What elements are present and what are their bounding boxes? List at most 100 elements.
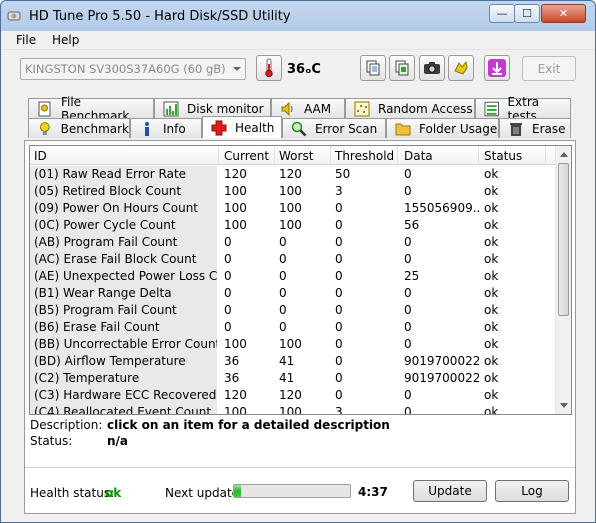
- folder-icon: [395, 123, 411, 135]
- data-cell: 0: [404, 252, 412, 266]
- tab-file-benchmark[interactable]: File Benchmark: [28, 95, 154, 123]
- smart-table[interactable]: ID Current Worst Threshold Data Status (…: [29, 145, 572, 415]
- copy-green-icon: [395, 60, 409, 76]
- table-row[interactable]: (09) Power On Hours Count 100 100 0 15505690…: [30, 200, 556, 217]
- copy-icon: [366, 60, 380, 76]
- table-row[interactable]: (B6) Erase Fail Count 0 0 0 0 ok: [30, 319, 556, 336]
- attribute-id-cell: (AC) Erase Fail Block Count: [30, 251, 217, 268]
- temperature-readout: 36ₒC: [287, 62, 321, 77]
- worst-cell: 100: [279, 184, 302, 198]
- menu-help[interactable]: Help: [52, 33, 79, 47]
- scroll-down-arrow-icon[interactable]: [560, 403, 568, 408]
- data-cell: 155056909...: [404, 201, 479, 215]
- menu-file[interactable]: File: [16, 33, 36, 47]
- title-bar[interactable]: HD Tune Pro 5.50 - Hard Disk/SSD Utility…: [1, 1, 595, 31]
- extra-tests-icon: [484, 101, 499, 116]
- status-cell: ok: [484, 218, 499, 232]
- save-button[interactable]: [484, 55, 510, 81]
- attribute-id-cell: (01) Raw Read Error Rate: [30, 166, 217, 183]
- tab-health[interactable]: Health: [202, 116, 282, 138]
- vertical-scrollbar[interactable]: [555, 146, 571, 414]
- window-title: HD Tune Pro 5.50 - Hard Disk/SSD Utility: [29, 9, 291, 24]
- table-row[interactable]: (BB) Uncorrectable Error Count 100 100 0 0 ok: [30, 336, 556, 353]
- column-header-current[interactable]: Current: [224, 149, 269, 163]
- copy-info-button[interactable]: [360, 55, 386, 81]
- temperature-button[interactable]: [256, 55, 282, 81]
- attribute-id-cell: (C2) Temperature: [30, 370, 217, 387]
- data-cell: 25: [404, 269, 420, 283]
- tab-label: Benchmark: [60, 121, 129, 136]
- table-row[interactable]: (01) Raw Read Error Rate 120 120 50 0 ok: [30, 166, 556, 183]
- column-header-status[interactable]: Status: [484, 149, 522, 163]
- tab-random-access[interactable]: Random Access: [345, 98, 475, 118]
- scrollbar-thumb[interactable]: [558, 163, 569, 316]
- tab-disk-monitor[interactable]: Disk monitor: [154, 98, 271, 118]
- table-row[interactable]: (C2) Temperature 36 41 0 90197000228 ok: [30, 370, 556, 387]
- current-cell: 120: [224, 167, 247, 181]
- status-cell: ok: [484, 201, 499, 215]
- data-cell: 56: [404, 218, 420, 232]
- screenshot-button[interactable]: [419, 55, 445, 81]
- menu-bar: File Help: [2, 31, 595, 50]
- lightbulb-icon: [39, 121, 50, 135]
- drive-select[interactable]: KINGSTON SV300S37A60G (60 gB): [20, 58, 246, 80]
- status-cell: ok: [484, 269, 499, 283]
- log-button[interactable]: Log: [495, 480, 569, 502]
- table-row[interactable]: (AC) Erase Fail Block Count 0 0 0 0 ok: [30, 251, 556, 268]
- table-row[interactable]: (05) Retired Block Count 100 100 3 0 ok: [30, 183, 556, 200]
- client-area: KINGSTON SV300S37A60G (60 gB) 36ₒC Exit …: [2, 50, 595, 522]
- current-cell: 120: [224, 388, 247, 402]
- data-cell: 0: [404, 320, 412, 334]
- thermometer-icon: [265, 58, 273, 78]
- table-row[interactable]: (AE) Unexpected Power Loss Count 0 0 0 25 ok: [30, 268, 556, 285]
- threshold-cell: 3: [335, 184, 343, 198]
- current-cell: 0: [224, 320, 232, 334]
- status-cell: ok: [484, 167, 499, 181]
- worst-cell: 41: [279, 371, 295, 385]
- table-row[interactable]: (B1) Wear Range Delta 0 0 0 0 ok: [30, 285, 556, 302]
- column-header-id[interactable]: ID: [34, 149, 47, 163]
- column-divider: [397, 146, 398, 165]
- scroll-up-arrow-icon[interactable]: [560, 152, 568, 157]
- status-cell: ok: [484, 303, 499, 317]
- table-row[interactable]: (C3) Hardware ECC Recovered 120 120 0 0 ok: [30, 387, 556, 404]
- health-status-value: ok: [105, 486, 122, 500]
- tab-error-scan[interactable]: Error Scan: [282, 118, 386, 138]
- attribute-id-cell: (B1) Wear Range Delta: [30, 285, 217, 302]
- tab-benchmark[interactable]: Benchmark: [28, 118, 130, 138]
- app-disk-icon: [7, 11, 21, 21]
- tab-aam[interactable]: AAM: [271, 98, 345, 118]
- minimize-button[interactable]: —: [489, 4, 515, 23]
- status-cell: ok: [484, 235, 499, 249]
- table-row[interactable]: (0C) Power Cycle Count 100 100 0 56 ok: [30, 217, 556, 234]
- column-header-worst[interactable]: Worst: [279, 149, 313, 163]
- current-cell: 0: [224, 235, 232, 249]
- close-button[interactable]: ✕: [541, 4, 586, 23]
- current-cell: 36: [224, 354, 240, 368]
- tab-folder-usage[interactable]: Folder Usage: [386, 118, 499, 138]
- chevron-down-icon: [233, 67, 241, 71]
- maximize-button[interactable]: ☐: [514, 4, 540, 23]
- copy-screenshot-button[interactable]: [389, 55, 415, 81]
- status-cell: ok: [484, 354, 499, 368]
- tab-info[interactable]: Info: [130, 118, 202, 138]
- worst-cell: 0: [279, 235, 287, 249]
- column-header-threshold[interactable]: Threshold: [335, 149, 394, 163]
- table-row[interactable]: (AB) Program Fail Count 0 0 0 0 ok: [30, 234, 556, 251]
- table-row[interactable]: (C4) Reallocated Event Count 100 100 3 0 ok: [30, 404, 556, 414]
- data-cell: 0: [404, 388, 412, 402]
- current-cell: 36: [224, 371, 240, 385]
- table-row[interactable]: (B5) Program Fail Count 0 0 0 0 ok: [30, 302, 556, 319]
- threshold-cell: 0: [335, 269, 343, 283]
- trash-icon: [510, 122, 522, 136]
- threshold-cell: 0: [335, 218, 343, 232]
- description-value: click on an item for a detailed descript…: [107, 418, 390, 432]
- tab-extra-tests[interactable]: Extra tests: [475, 95, 571, 123]
- table-row[interactable]: (BD) Airflow Temperature 36 41 0 90197000228…: [30, 353, 556, 370]
- column-divider: [545, 146, 546, 165]
- update-button[interactable]: Update: [413, 480, 487, 502]
- tab-erase[interactable]: Erase: [499, 118, 571, 138]
- column-header-data[interactable]: Data: [404, 149, 433, 163]
- options-button[interactable]: [448, 55, 474, 81]
- exit-button[interactable]: Exit: [522, 56, 576, 81]
